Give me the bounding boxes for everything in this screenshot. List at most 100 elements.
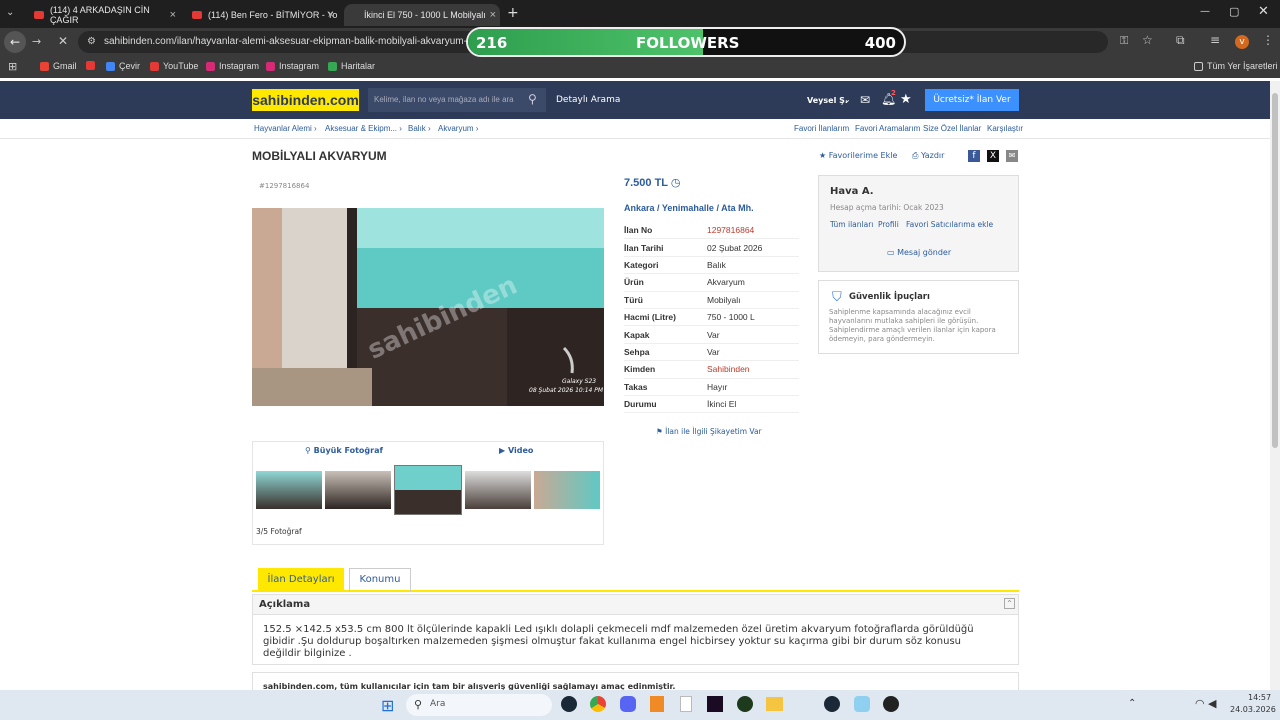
- thumbnail[interactable]: [325, 471, 391, 509]
- site-info-icon[interactable]: ⚙: [87, 31, 96, 53]
- location-city[interactable]: Ankara: [624, 203, 655, 213]
- stop-icon[interactable]: ✕: [58, 34, 68, 48]
- breadcrumb: Hayvanlar Alemi › Aksesuar & Ekipm... › …: [0, 119, 1270, 139]
- favorites-star-icon[interactable]: ★: [900, 92, 912, 107]
- chrome-icon[interactable]: [590, 696, 606, 712]
- tab-location[interactable]: Konumu: [349, 568, 411, 592]
- app-icon-orange[interactable]: [650, 696, 664, 712]
- profile-link[interactable]: Profili: [878, 220, 899, 229]
- bookmark-youtube[interactable]: YouTube: [150, 61, 198, 71]
- page-scrollbar[interactable]: [1270, 81, 1280, 690]
- detail-key: Sehpa: [624, 346, 650, 357]
- thumbnail[interactable]: [465, 471, 531, 509]
- chevron-down-icon[interactable]: ⌄: [844, 95, 851, 104]
- complaint-link[interactable]: ⚑ İlan ile İlgili Şikayetim Var: [656, 427, 762, 436]
- collapse-icon[interactable]: ⌃: [1004, 598, 1015, 609]
- print-link[interactable]: ⎙ Yazdır: [912, 151, 944, 161]
- all-listings-link[interactable]: Tüm ilanları: [830, 220, 873, 229]
- scrollbar-thumb[interactable]: [1272, 93, 1278, 448]
- all-bookmarks[interactable]: Tüm Yer İşaretleri: [1194, 61, 1278, 71]
- close-icon[interactable]: ×: [170, 9, 176, 21]
- windows-start-icon[interactable]: ⊞: [381, 696, 394, 715]
- breadcrumb-item[interactable]: Aksesuar & Ekipm... ›: [325, 124, 402, 133]
- search-input[interactable]: Kelime, ilan no veya mağaza adı ile ara: [368, 88, 546, 112]
- tab-listing-details[interactable]: İlan Detayları: [258, 568, 344, 592]
- close-icon[interactable]: ×: [328, 9, 334, 21]
- user-menu[interactable]: Veysel Ş.: [807, 96, 848, 105]
- custom-listings-link[interactable]: Size Özel İlanlar: [923, 124, 981, 133]
- video-button[interactable]: ▶ Video: [499, 446, 533, 455]
- post-ad-button[interactable]: Ücretsiz* İlan Ver: [925, 89, 1019, 111]
- tab-search-icon[interactable]: ⌄: [6, 7, 14, 18]
- facebook-icon[interactable]: f: [968, 150, 980, 162]
- thumbnail[interactable]: [534, 471, 600, 509]
- bookmark-instagram-2[interactable]: Instagram: [266, 61, 319, 71]
- add-favorite-link[interactable]: ★ Favorilerime Ekle: [819, 151, 897, 160]
- app-icon-purple[interactable]: [707, 696, 723, 712]
- new-tab-button[interactable]: +: [507, 5, 519, 21]
- breadcrumb-item[interactable]: Balık ›: [408, 124, 431, 133]
- media-icon[interactable]: ≡: [1210, 33, 1220, 47]
- mail-icon[interactable]: ✉: [860, 93, 870, 107]
- star-icon[interactable]: ☆: [1142, 33, 1153, 47]
- send-message-button[interactable]: ▭ Mesaj gönder: [887, 248, 951, 257]
- clock-date[interactable]: 24.03.2026: [1230, 705, 1276, 714]
- app-icon-dark[interactable]: [883, 696, 899, 712]
- location-district[interactable]: Yenimahalle: [662, 203, 714, 213]
- history-icon[interactable]: ◷: [671, 177, 681, 189]
- bookmark-cevir[interactable]: Çevir: [106, 61, 140, 71]
- steam-icon-2[interactable]: [824, 696, 840, 712]
- compare-link[interactable]: Karşılaştır: [987, 124, 1023, 133]
- taskbar-search[interactable]: ⚲ Ara: [406, 694, 552, 716]
- close-window-icon[interactable]: ✕: [1258, 4, 1269, 19]
- site-logo[interactable]: sahibinden.com: [252, 89, 359, 111]
- file-icon[interactable]: [680, 696, 692, 712]
- apps-icon[interactable]: ⊞: [8, 60, 17, 73]
- location-separator: /: [716, 203, 719, 213]
- extensions-icon[interactable]: ⧉: [1176, 33, 1185, 48]
- detail-value[interactable]: Sahibinden: [707, 364, 750, 374]
- forward-button[interactable]: →: [32, 35, 41, 48]
- clock-time[interactable]: 14:57: [1248, 693, 1271, 702]
- seller-name: Hava A.: [830, 186, 874, 197]
- favorite-seller-link[interactable]: Favori Satıcılarıma ekle: [906, 220, 993, 229]
- minimize-icon[interactable]: —: [1200, 6, 1210, 17]
- breadcrumb-item[interactable]: Akvaryum ›: [438, 124, 478, 133]
- tab-2[interactable]: (114) Ben Fero - BİTMİYOR - Yo ×: [186, 4, 338, 26]
- close-icon[interactable]: ×: [490, 9, 496, 21]
- volume-icon[interactable]: ◀: [1208, 697, 1216, 710]
- favorite-searches-link[interactable]: Favori Aramalarım: [855, 124, 920, 133]
- location-neighborhood[interactable]: Ata Mh.: [721, 203, 754, 213]
- bookmark-haritalar[interactable]: Haritalar: [328, 61, 375, 71]
- maximize-icon[interactable]: ▢: [1229, 5, 1239, 18]
- tab-3[interactable]: İkinci El 750 - 1000 L Mobilyalı ×: [344, 4, 500, 26]
- favorite-listings-link[interactable]: Favori İlanlarım: [794, 124, 849, 133]
- discord-icon[interactable]: [620, 696, 636, 712]
- search-icon[interactable]: ⚲: [528, 92, 537, 106]
- profile-avatar[interactable]: v: [1235, 35, 1249, 49]
- detail-value[interactable]: 1297816864: [707, 225, 754, 235]
- folder-icon[interactable]: [766, 697, 783, 711]
- bookmark-gmail[interactable]: Gmail: [40, 61, 77, 71]
- app-icon-blue[interactable]: [854, 696, 870, 712]
- email-share-icon[interactable]: ✉: [1006, 150, 1018, 162]
- bookmark-youtube-red[interactable]: [86, 61, 99, 70]
- advanced-search-link[interactable]: Detaylı Arama: [556, 95, 620, 105]
- big-photo-button[interactable]: ⚲ Büyük Fotoğraf: [305, 446, 383, 455]
- safety-text: Sahiplenme kapsamında alacağınız evcil h…: [829, 308, 996, 343]
- thumbnail[interactable]: [256, 471, 322, 509]
- thumbnail-selected[interactable]: [394, 465, 462, 515]
- x-icon[interactable]: X: [987, 150, 999, 162]
- tab-1[interactable]: (114) 4 ARKADAŞIN CİN ÇAĞIR ×: [28, 4, 180, 26]
- app-icon-green[interactable]: [737, 696, 753, 712]
- notification-badge: 2: [891, 89, 896, 97]
- breadcrumb-item[interactable]: Hayvanlar Alemi ›: [254, 124, 317, 133]
- wifi-icon[interactable]: ◠: [1195, 697, 1205, 710]
- menu-icon[interactable]: ⋮: [1262, 33, 1274, 47]
- steam-icon[interactable]: [561, 696, 577, 712]
- back-button[interactable]: ←: [4, 31, 26, 53]
- chevron-up-icon[interactable]: ⌃: [1128, 698, 1136, 709]
- key-icon[interactable]: ⚿: [1120, 34, 1128, 48]
- main-photo[interactable]: sahibinden Galaxy S23 08 Şubat 2026 10:1…: [252, 208, 604, 406]
- bookmark-instagram-1[interactable]: Instagram: [206, 61, 259, 71]
